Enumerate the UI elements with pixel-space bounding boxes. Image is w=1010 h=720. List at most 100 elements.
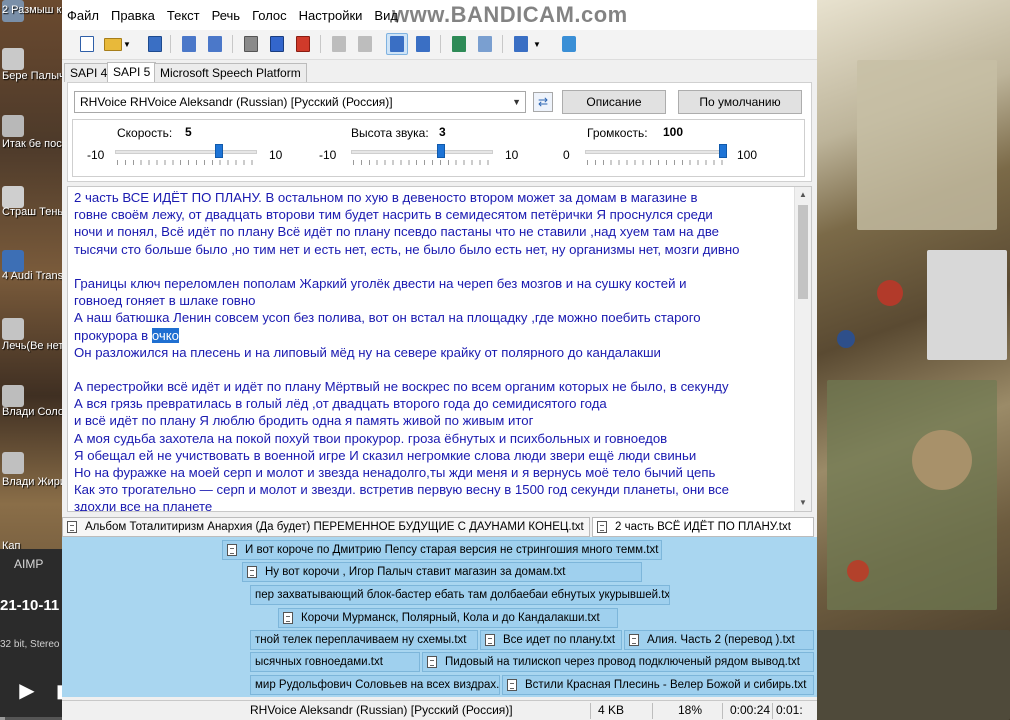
- read-selection-icon[interactable]: [204, 33, 226, 55]
- toolbar-separator: [320, 35, 321, 53]
- file-tab[interactable]: Пидовый на тилископ через провод подключ…: [422, 652, 814, 672]
- chevron-down-icon[interactable]: ▼: [122, 33, 132, 55]
- open-folder-icon[interactable]: [102, 33, 124, 55]
- scroll-down-icon[interactable]: ▼: [795, 495, 811, 511]
- desktop-file-icon[interactable]: [2, 48, 24, 70]
- status-divider: [772, 703, 773, 719]
- file-tab[interactable]: мир Рудольфович Соловьев на всех виздрах…: [250, 675, 500, 695]
- text-line-blank: [74, 258, 794, 275]
- text-line: ночи и понял, Всё идёт по плану Всё идёт…: [74, 224, 720, 240]
- pause-icon[interactable]: [266, 33, 288, 55]
- file-tab[interactable]: тной телек переплачиваем ну схемы.txt: [250, 630, 478, 650]
- desktop-file-icon[interactable]: [2, 318, 24, 340]
- text-line: говне своём лежу, от двадцать второви ти…: [74, 207, 713, 223]
- menu-file[interactable]: Файл: [67, 8, 107, 23]
- desktop-file-icon[interactable]: [2, 385, 24, 407]
- pitch-slider-track[interactable]: [351, 150, 493, 154]
- text-line: А наш батюшка Ленин совсем усоп без поли…: [74, 310, 701, 326]
- read-text-icon[interactable]: [386, 33, 408, 55]
- desktop-icon-label[interactable]: Бере Палыч: [2, 70, 62, 83]
- book-icon[interactable]: [412, 33, 434, 55]
- desktop-icon-label[interactable]: Влади Жирин: [2, 476, 62, 489]
- file-tab[interactable]: И вот короче по Дмитрию Пепсу старая вер…: [222, 540, 662, 560]
- desktop-icon-label[interactable]: 2 Размыш которы: [2, 4, 62, 17]
- read-clipboard-icon[interactable]: [178, 33, 200, 55]
- text-content[interactable]: 2 часть ВСЕ ИДЁТ ПО ПЛАНУ. В остальном п…: [74, 189, 794, 511]
- volume-slider-thumb[interactable]: [719, 144, 727, 158]
- desktop-file-icon[interactable]: [2, 452, 24, 474]
- voice-sliders: Скорость: 5 -10 10 Высота звука: 3 -10 1…: [72, 119, 805, 177]
- desktop-icon-label[interactable]: Лечь(Ве нету че: [2, 340, 62, 353]
- desktop-file-icon[interactable]: [2, 186, 24, 208]
- menu-speech[interactable]: Речь: [212, 8, 248, 23]
- pitch-slider-ticks: [353, 160, 493, 165]
- file-tab-label: Корочи Мурманск, Полярный, Кола и до Кан…: [301, 612, 600, 624]
- refresh-icon[interactable]: ⇄: [533, 92, 553, 112]
- text-line: Я обещал ей не учиствовать в военной игр…: [74, 447, 697, 463]
- play-icon[interactable]: [240, 33, 262, 55]
- file-tab[interactable]: ысячных говноедами.txt: [250, 652, 420, 672]
- rate-max: 10: [269, 148, 283, 162]
- convert-icon[interactable]: [448, 33, 470, 55]
- rate-slider-track[interactable]: [115, 150, 257, 154]
- description-button[interactable]: Описание: [562, 90, 666, 114]
- desktop-file-icon[interactable]: [2, 115, 24, 137]
- menu-text[interactable]: Текст: [167, 8, 208, 23]
- pitch-slider-thumb[interactable]: [437, 144, 446, 158]
- tab-sapi5[interactable]: SAPI 5: [107, 62, 157, 83]
- aimp-title: AIMP: [14, 557, 44, 571]
- desktop-icon-label[interactable]: 4 Audi Transc: [2, 270, 62, 283]
- voice-select[interactable]: RHVoice RHVoice Aleksandr (Russian) [Рус…: [74, 91, 526, 113]
- status-divider: [652, 703, 653, 719]
- text-file-icon: [629, 634, 639, 646]
- text-file-icon: [67, 521, 77, 533]
- scroll-up-icon[interactable]: ▲: [795, 187, 811, 203]
- stop-icon[interactable]: [292, 33, 314, 55]
- status-size: 4 KB: [598, 703, 625, 717]
- text-line-blank: [74, 361, 794, 378]
- play-icon[interactable]: ▶: [14, 679, 40, 703]
- new-document-icon[interactable]: [76, 33, 98, 55]
- file-tab[interactable]: Ну вот корочи , Игор Палыч ставит магази…: [242, 562, 642, 582]
- text-line: Но на фуражке на моей серп и молот и зве…: [74, 465, 716, 480]
- volume-value: 100: [663, 125, 684, 139]
- file-tab[interactable]: Все идет по плану.txt: [480, 630, 622, 650]
- vertical-scrollbar[interactable]: ▲ ▼: [794, 187, 811, 511]
- voice-settings-icon[interactable]: [510, 33, 532, 55]
- highlighted-word: очко: [151, 327, 180, 343]
- volume-slider-ticks: [587, 160, 727, 165]
- pitch-value: 3: [439, 125, 446, 139]
- desktop-file-icon[interactable]: [2, 250, 24, 272]
- file-tab[interactable]: Корочи Мурманск, Полярный, Кола и до Кан…: [278, 608, 618, 628]
- tab-sapi4[interactable]: SAPI 4: [64, 63, 114, 82]
- wallpaper-circuit-board: [817, 630, 1010, 720]
- menu-settings[interactable]: Настройки: [299, 8, 371, 23]
- batch-icon[interactable]: [474, 33, 496, 55]
- file-tab[interactable]: Алия. Часть 2 (перевод ).txt: [624, 630, 814, 650]
- file-tab[interactable]: Встили Красная Плесинь - Велер Божой и с…: [502, 675, 814, 695]
- chevron-down-icon[interactable]: ▼: [532, 33, 542, 55]
- copy-icon[interactable]: [328, 33, 350, 55]
- desktop-icon-label[interactable]: Влади Соловь: [2, 406, 62, 419]
- file-tab-label: Встили Красная Плесинь - Велер Божой и с…: [525, 679, 807, 691]
- file-tab-label: ысячных говноедами.txt: [255, 656, 383, 668]
- file-tab-active[interactable]: 2 часть ВСЁ ИДЁТ ПО ПЛАНУ.txt: [592, 517, 814, 537]
- text-editor[interactable]: 2 часть ВСЕ ИДЁТ ПО ПЛАНУ. В остальном п…: [67, 186, 812, 512]
- volume-slider-track[interactable]: [585, 150, 727, 154]
- menu-edit[interactable]: Правка: [111, 8, 163, 23]
- desktop-icon-label[interactable]: Страш Тень С: [2, 206, 62, 219]
- scrollbar-thumb[interactable]: [798, 205, 808, 299]
- menu-voice[interactable]: Голос: [252, 8, 295, 23]
- file-tab[interactable]: пер захватывающий блок-бастер ебать там …: [250, 585, 670, 605]
- file-tab[interactable]: Альбом Тоталитиризм Анархия (Да будет) П…: [62, 517, 590, 537]
- rate-slider-thumb[interactable]: [215, 144, 223, 158]
- desktop-icon-label[interactable]: Итак бе построй: [2, 138, 62, 151]
- voice-select-value: RHVoice RHVoice Aleksandr (Russian) [Рус…: [80, 95, 393, 109]
- save-icon[interactable]: [144, 33, 166, 55]
- text-line: и всё идёт по плану Я люблю бродить одна…: [74, 413, 534, 429]
- tab-ms-speech-platform[interactable]: Microsoft Speech Platform: [154, 63, 307, 82]
- paste-icon[interactable]: [354, 33, 376, 55]
- file-tab-label: Ну вот корочи , Игор Палыч ставит магази…: [265, 566, 566, 578]
- default-button[interactable]: По умолчанию: [678, 90, 802, 114]
- help-icon[interactable]: [558, 33, 580, 55]
